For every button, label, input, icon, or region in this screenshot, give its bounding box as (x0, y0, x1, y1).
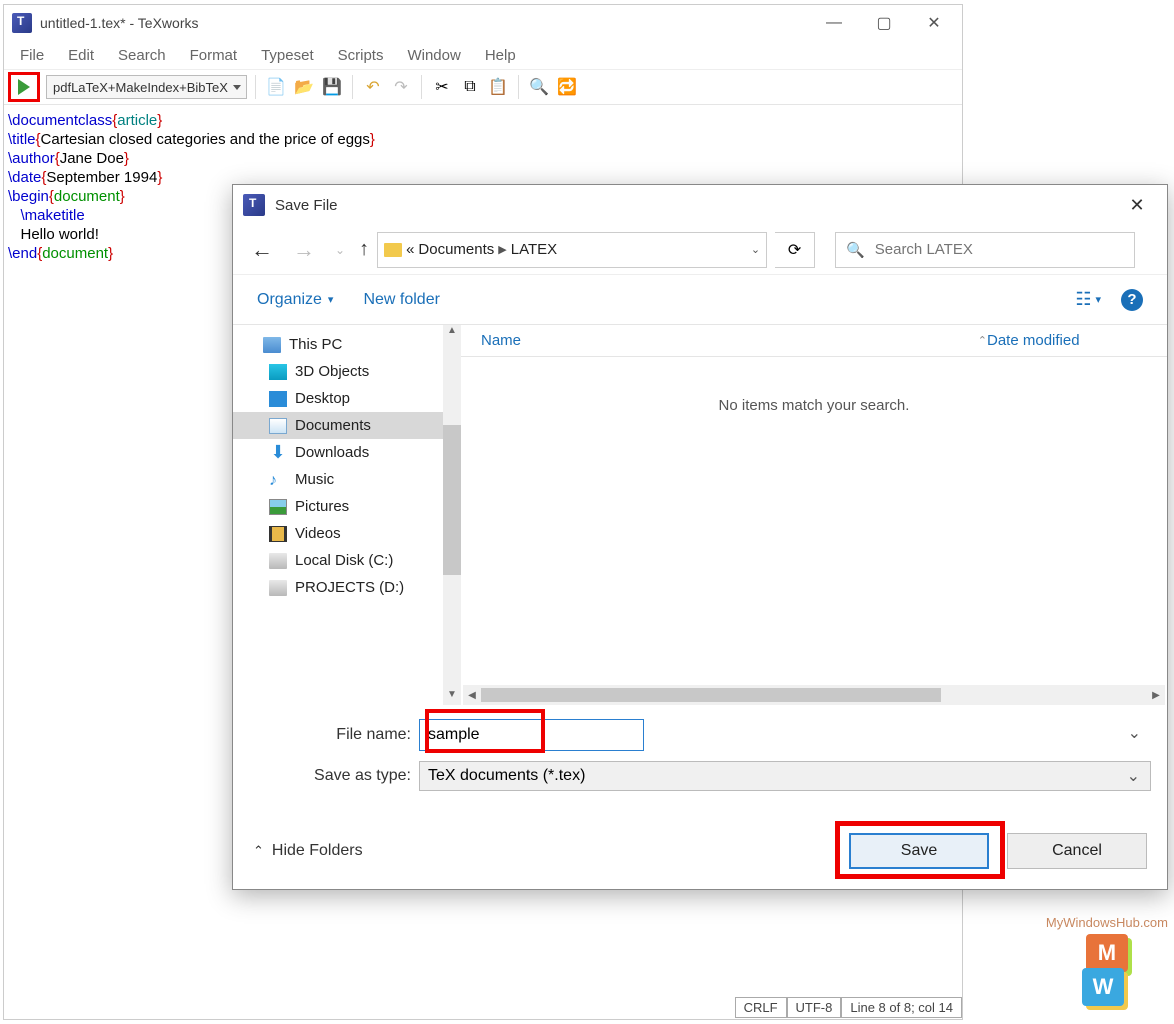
status-encoding[interactable]: UTF-8 (787, 997, 842, 1018)
tree-documents[interactable]: Documents (233, 412, 443, 439)
tree-scrollbar[interactable]: ▲▼ (443, 325, 461, 705)
app-icon (12, 13, 32, 33)
save-as-type-dropdown[interactable]: TeX documents (*.tex) (419, 761, 1151, 791)
titlebar: untitled-1.tex* - TeXworks — ▢ ✕ (4, 5, 962, 41)
watermark: MyWindowsHub.com M W (1046, 915, 1168, 1006)
search-box[interactable]: 🔍 (835, 232, 1135, 268)
organize-button[interactable]: Organize (257, 291, 333, 309)
sort-indicator-icon: ⌃ (978, 334, 987, 347)
empty-message: No items match your search. (461, 357, 1167, 685)
file-list: Name ⌃ Date modified No items match your… (461, 325, 1167, 705)
refresh-button[interactable]: ⟳ (775, 232, 815, 268)
cut-icon[interactable]: ✂ (430, 75, 454, 99)
menu-window[interactable]: Window (397, 43, 470, 68)
dialog-app-icon (243, 194, 265, 216)
filename-label: File name: (249, 726, 419, 744)
chevron-up-icon: ⌃ (253, 843, 264, 859)
filename-input[interactable] (419, 719, 644, 751)
copy-icon[interactable]: ⧉ (458, 75, 482, 99)
close-button[interactable]: ✕ (924, 13, 944, 33)
open-file-icon[interactable]: 📂 (292, 75, 316, 99)
crumb-latex[interactable]: LATEX (511, 241, 557, 258)
paste-icon[interactable]: 📋 (486, 75, 510, 99)
save-as-type-label: Save as type: (249, 767, 419, 785)
folder-icon (384, 243, 402, 257)
chevron-down-icon[interactable]: ⌄ (751, 243, 760, 256)
watermark-text: MyWindowsHub.com (1046, 915, 1168, 930)
tree-desktop[interactable]: Desktop (233, 385, 443, 412)
tree-projects-d[interactable]: PROJECTS (D:) (233, 574, 443, 601)
status-crlf[interactable]: CRLF (735, 997, 787, 1018)
search-icon: 🔍 (846, 241, 865, 259)
column-date-modified[interactable]: Date modified (987, 332, 1147, 349)
help-icon[interactable]: ? (1121, 289, 1143, 311)
tree-pictures[interactable]: Pictures (233, 493, 443, 520)
maximize-button[interactable]: ▢ (874, 13, 894, 33)
nav-back-icon[interactable]: ← (245, 233, 279, 267)
menu-scripts[interactable]: Scripts (328, 43, 394, 68)
minimize-button[interactable]: — (824, 13, 844, 33)
tree-music[interactable]: ♪Music (233, 466, 443, 493)
new-folder-button[interactable]: New folder (363, 291, 439, 309)
replace-icon[interactable]: 🔁 (555, 75, 579, 99)
find-icon[interactable]: 🔍 (527, 75, 551, 99)
nav-forward-icon[interactable]: → (287, 233, 321, 267)
watermark-logo: M W (1082, 934, 1132, 1006)
menu-help[interactable]: Help (475, 43, 526, 68)
play-icon (18, 79, 30, 95)
nav-up-icon[interactable]: ↑ (359, 238, 369, 261)
toolbar: pdfLaTeX+MakeIndex+BibTeX 📄 📂 💾 ↶ ↷ ✂ ⧉ … (4, 69, 962, 105)
dialog-nav: ← → ⌄ ↑ « Documents ▶ LATEX ⌄ ⟳ 🔍 (233, 225, 1167, 275)
nav-history-icon[interactable]: ⌄ (329, 239, 351, 261)
view-options-button[interactable]: ☷ ▾ (1075, 289, 1101, 310)
menu-file[interactable]: File (10, 43, 54, 68)
tree-local-disk-c[interactable]: Local Disk (C:) (233, 547, 443, 574)
redo-icon[interactable]: ↷ (389, 75, 413, 99)
search-input[interactable] (875, 241, 1124, 258)
tree-3d-objects[interactable]: 3D Objects (233, 358, 443, 385)
horizontal-scrollbar[interactable]: ◀▶ (463, 685, 1165, 705)
chevron-right-icon: ▶ (498, 243, 506, 256)
status-position: Line 8 of 8; col 14 (841, 997, 962, 1018)
menu-format[interactable]: Format (180, 43, 248, 68)
breadcrumb[interactable]: « Documents ▶ LATEX ⌄ (377, 232, 767, 268)
menu-typeset[interactable]: Typeset (251, 43, 324, 68)
menubar: File Edit Search Format Typeset Scripts … (4, 41, 962, 69)
undo-icon[interactable]: ↶ (361, 75, 385, 99)
typeset-button[interactable] (8, 72, 40, 102)
new-file-icon[interactable]: 📄 (264, 75, 288, 99)
save-button[interactable]: Save (849, 833, 989, 869)
crumb-documents[interactable]: Documents (418, 241, 494, 258)
dialog-title: Save File (275, 197, 1117, 214)
menu-edit[interactable]: Edit (58, 43, 104, 68)
crumb-root[interactable]: « (406, 241, 414, 258)
dialog-close-button[interactable]: ✕ (1117, 190, 1157, 220)
statusbar: CRLF UTF-8 Line 8 of 8; col 14 (735, 995, 962, 1019)
dialog-toolbar: Organize New folder ☷ ▾ ? (233, 275, 1167, 325)
save-file-icon[interactable]: 💾 (320, 75, 344, 99)
tree-videos[interactable]: Videos (233, 520, 443, 547)
cancel-button[interactable]: Cancel (1007, 833, 1147, 869)
window-title: untitled-1.tex* - TeXworks (40, 15, 824, 31)
file-list-header: Name ⌃ Date modified (461, 325, 1167, 357)
hide-folders-button[interactable]: ⌃ Hide Folders (253, 842, 363, 860)
save-file-dialog: Save File ✕ ← → ⌄ ↑ « Documents ▶ LATEX … (232, 184, 1168, 890)
tree-this-pc[interactable]: This PC (233, 331, 443, 358)
menu-search[interactable]: Search (108, 43, 176, 68)
dialog-titlebar: Save File ✕ (233, 185, 1167, 225)
folder-tree: This PC 3D Objects Desktop Documents ⬇Do… (233, 325, 443, 705)
tree-downloads[interactable]: ⬇Downloads (233, 439, 443, 466)
engine-dropdown[interactable]: pdfLaTeX+MakeIndex+BibTeX (46, 75, 247, 99)
